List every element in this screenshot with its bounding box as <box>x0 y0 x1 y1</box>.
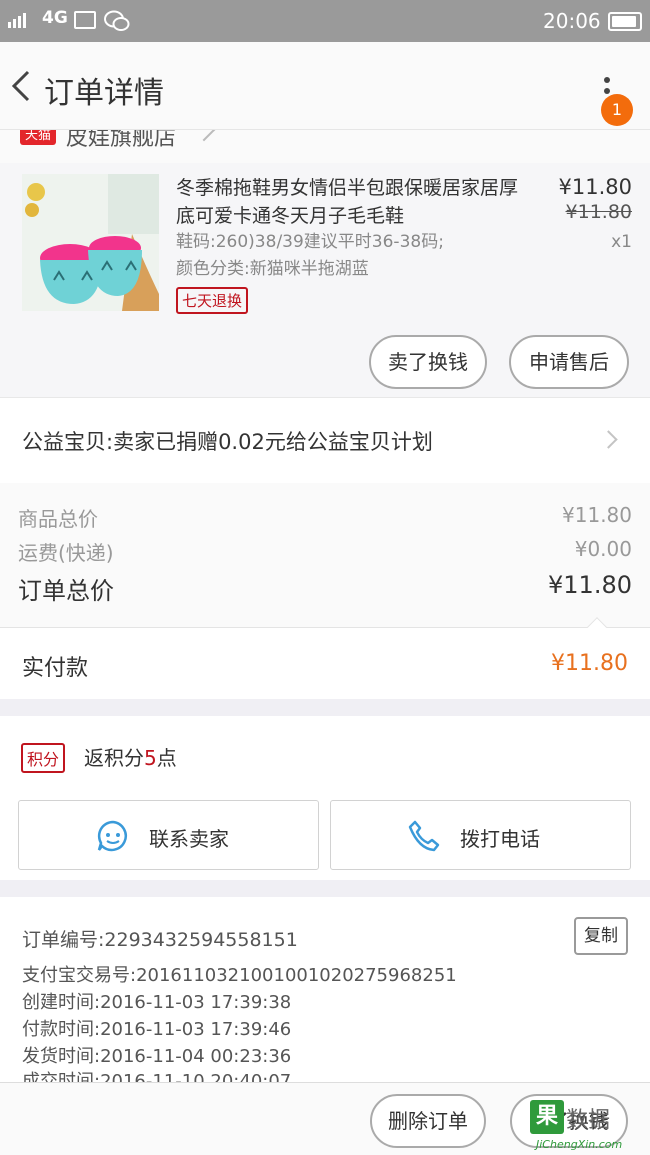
watermark-url: JiChengXin.com <box>536 1138 623 1151</box>
points-text: 返积分5点 <box>84 742 177 771</box>
shop-header[interactable]: 天猫 皮娃旗舰店 <box>0 130 650 163</box>
contact-buttons: 联系卖家 拨打电话 <box>0 798 650 880</box>
back-icon[interactable] <box>8 66 38 106</box>
paid-value: ¥11.80 <box>551 651 628 676</box>
delete-order-button[interactable]: 删除订单 <box>370 1094 486 1148</box>
product-item[interactable]: 冬季棉拖鞋男女情侣半包跟保暖居家居厚底可爱卡通冬天月子毛毛鞋 鞋码:260)38… <box>0 163 650 397</box>
alipay-trade-number: 支付宝交易号:2016110321001001020275968251 <box>22 965 457 986</box>
wechat-icon <box>104 10 130 31</box>
shop-name: 皮娃旗舰店 <box>66 130 177 151</box>
watermark-brand: 数据 <box>566 1108 611 1133</box>
page-title: 订单详情 <box>44 76 164 111</box>
points-number: 5 <box>144 746 157 770</box>
paid-label: 实付款 <box>22 656 89 681</box>
contact-seller-label: 联系卖家 <box>149 827 229 851</box>
original-price: ¥11.80 <box>565 201 632 223</box>
network-type: 4G <box>42 8 68 28</box>
sell-exchange-button[interactable]: 卖了换钱 <box>369 335 487 389</box>
call-phone-button[interactable]: 拨打电话 <box>330 800 631 870</box>
product-title: 冬季棉拖鞋男女情侣半包跟保暖居家居厚底可爱卡通冬天月子毛毛鞋 <box>176 177 519 227</box>
goods-total-value: ¥11.80 <box>562 503 632 527</box>
signal-icon <box>8 13 26 28</box>
charity-text: 公益宝贝:卖家已捐赠0.02元给公益宝贝计划 <box>22 430 433 454</box>
call-phone-label: 拨打电话 <box>460 827 540 851</box>
order-details: 订单编号:2293432594558151 复制 支付宝交易号:20161103… <box>0 897 650 1082</box>
shipping-value: ¥0.00 <box>574 537 632 561</box>
order-total-label: 订单总价 <box>18 577 114 605</box>
watermark-logo: 果 <box>530 1100 564 1134</box>
after-sale-button[interactable]: 申请售后 <box>509 335 629 389</box>
points-tag: 积分 <box>21 743 66 773</box>
copy-button[interactable]: 复制 <box>574 917 628 955</box>
shipping-label: 运费(快递) <box>18 541 114 565</box>
tmall-tag: 天猫 <box>20 130 57 145</box>
gallery-icon <box>74 11 96 29</box>
battery-icon <box>608 12 642 31</box>
chat-icon <box>97 820 127 852</box>
shipped-time: 发货时间:2016-11-04 00:23:36 <box>22 1046 292 1067</box>
chevron-right-icon <box>192 130 216 142</box>
completed-time: 成交时间:2016-11-10 20:40:07 <box>22 1071 292 1082</box>
goods-total-label: 商品总价 <box>18 507 98 531</box>
points-suffix: 点 <box>156 746 177 770</box>
price-summary: 商品总价 ¥11.80 运费(快递) ¥0.00 订单总价 ¥11.80 <box>0 483 650 627</box>
phone-icon <box>408 820 440 852</box>
product-quantity: x1 <box>611 232 632 252</box>
contact-seller-button[interactable]: 联系卖家 <box>18 800 319 870</box>
product-spec: 鞋码:260)38/39建议平时36-38码; 颜色分类:新猫咪半拖湖蓝 <box>176 229 521 283</box>
site-watermark: 果 数据 JiChengXin.com <box>530 1098 645 1153</box>
charity-row[interactable]: 公益宝贝:卖家已捐赠0.02元给公益宝贝计划 <box>0 397 650 483</box>
order-number: 订单编号:2293432594558151 <box>22 929 298 951</box>
nav-bar: 订单详情 1 <box>0 42 650 130</box>
product-price: ¥11.80 <box>558 175 632 199</box>
spec-color: 颜色分类:新猫咪半拖湖蓝 <box>176 259 369 279</box>
created-time: 创建时间:2016-11-03 17:39:38 <box>22 992 292 1013</box>
paid-row: 实付款 ¥11.80 <box>0 617 650 699</box>
order-total-value: ¥11.80 <box>548 571 632 599</box>
chevron-right-icon <box>599 430 618 449</box>
points-prefix: 返积分 <box>84 746 144 770</box>
paid-time: 付款时间:2016-11-03 17:39:46 <box>22 1019 292 1040</box>
refund-tag: 七天退换 <box>176 287 249 314</box>
status-bar: 4G 20:06 <box>0 0 650 42</box>
notification-badge: 1 <box>601 94 633 126</box>
spec-size: 鞋码:260)38/39建议平时36-38码; <box>176 232 444 252</box>
points-row: 积分 返积分5点 <box>0 716 650 798</box>
product-thumbnail <box>22 174 159 311</box>
clock: 20:06 <box>543 9 601 33</box>
